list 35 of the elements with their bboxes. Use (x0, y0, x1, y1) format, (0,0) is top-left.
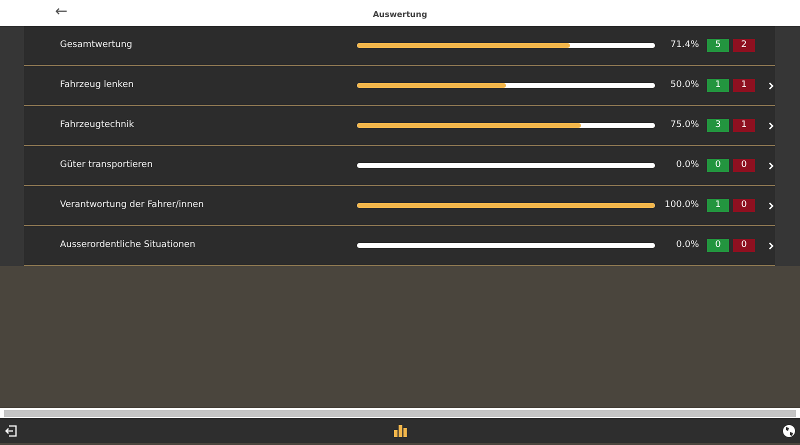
wrong-count: 0 (733, 159, 755, 172)
percentage: 50.0% (669, 78, 699, 92)
wrong-count: 1 (733, 79, 755, 92)
percentage: 0.0% (675, 158, 699, 172)
back-button[interactable]: ← (55, 2, 68, 20)
category-label: Ausserordentliche Situationen (60, 240, 196, 250)
horizontal-scrollbar[interactable] (0, 408, 800, 418)
globe-icon[interactable] (782, 424, 796, 438)
exit-icon[interactable] (4, 424, 18, 438)
chevron-icon[interactable] (768, 242, 774, 250)
bar-chart-icon[interactable] (394, 424, 406, 436)
wrong-count: 2 (733, 39, 755, 52)
percentage: 71.4% (669, 38, 699, 52)
correct-count: 0 (707, 159, 729, 172)
percentage: 0.0% (675, 238, 699, 252)
correct-count: 1 (707, 199, 729, 212)
wrong-count: 1 (733, 119, 755, 132)
chevron-icon[interactable] (768, 82, 774, 90)
category-label: Verantwortung der Fahrer/innen (60, 200, 204, 210)
wrong-count: 0 (733, 199, 755, 212)
category-label: Güter transportieren (60, 160, 153, 170)
page-title: Auswertung (372, 10, 428, 19)
chevron-icon[interactable] (768, 122, 774, 130)
category-label: Fahrzeug lenken (60, 80, 134, 90)
chevron-icon[interactable] (768, 162, 774, 170)
percentage: 75.0% (669, 118, 699, 132)
correct-count: 0 (707, 239, 729, 252)
correct-count: 5 (707, 39, 729, 52)
chevron-icon[interactable] (768, 202, 774, 210)
category-label: Gesamtwertung (60, 40, 132, 50)
wrong-count: 0 (733, 239, 755, 252)
correct-count: 3 (707, 119, 729, 132)
category-label: Fahrzeugtechnik (60, 120, 134, 130)
percentage: 100.0% (664, 198, 699, 212)
correct-count: 1 (707, 79, 729, 92)
